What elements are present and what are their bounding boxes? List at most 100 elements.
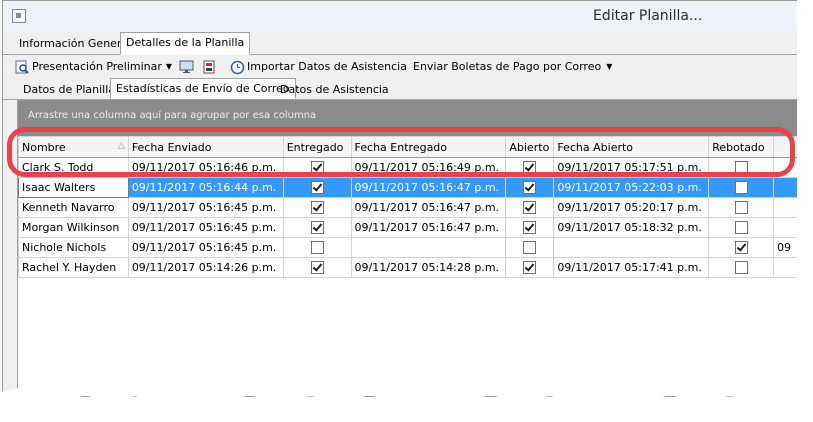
bounced-checkbox[interactable]	[734, 221, 748, 235]
torn-edge-right	[797, 0, 813, 422]
bounced-checkbox-cell[interactable]	[708, 217, 775, 238]
opened-date-cell[interactable]: 09/11/2017 05:20:17 p.m.	[553, 197, 710, 218]
delivered-checkbox[interactable]	[310, 221, 324, 235]
send-payslips-button[interactable]: Enviar Boletas de Pago por Correo ▼	[413, 58, 612, 76]
title-bar: Editar Planilla...	[3, 1, 798, 31]
opened-date-cell[interactable]: 09/11/2017 05:22:03 p.m.	[553, 177, 710, 198]
bounced-checkbox[interactable]	[734, 261, 748, 275]
column-header-nombre[interactable]: Nombre △	[18, 136, 129, 158]
extra-cell[interactable]	[773, 157, 798, 178]
tab-detalles-planilla[interactable]: Detalles de la Planilla	[120, 32, 251, 55]
column-header-entregado[interactable]: Entregado	[282, 136, 352, 158]
preview-icon	[15, 60, 29, 74]
delivered-date-cell[interactable]: 09/11/2017 05:16:47 p.m.	[350, 197, 507, 218]
column-header-fecha-enviado[interactable]: Fecha Enviado	[127, 136, 284, 158]
table-row[interactable]: Nichole Nichols 09/11/2017 05:16:45 p.m. 0…	[18, 237, 798, 258]
column-header-rebotado[interactable]: Rebotado	[708, 136, 775, 158]
delivered-date-cell[interactable]: 09/11/2017 05:16:49 p.m.	[350, 157, 507, 178]
delivered-date-cell[interactable]: 09/11/2017 05:16:47 p.m.	[350, 177, 507, 198]
opened-checkbox[interactable]	[523, 241, 537, 255]
opened-date-cell[interactable]: 09/11/2017 05:17:51 p.m.	[553, 157, 710, 178]
column-header-extra	[773, 136, 798, 158]
bounced-checkbox-cell[interactable]	[708, 177, 775, 198]
import-attendance-button[interactable]: Importar Datos de Asistencia	[230, 58, 407, 76]
employee-name-cell[interactable]: Nichole Nichols	[18, 237, 129, 258]
bounced-checkbox[interactable]	[734, 181, 748, 195]
opened-checkbox-cell[interactable]	[505, 237, 555, 258]
opened-checkbox[interactable]	[523, 181, 537, 195]
delivered-date-cell[interactable]	[350, 237, 507, 258]
employee-name-cell[interactable]: Rachel Y. Hayden	[18, 257, 129, 278]
delivered-checkbox-cell[interactable]	[282, 157, 352, 178]
sent-date-cell[interactable]: 09/11/2017 05:16:44 p.m.	[127, 177, 284, 198]
opened-date-cell[interactable]: 09/11/2017 05:18:32 p.m.	[553, 217, 710, 238]
extra-cell[interactable]	[773, 257, 798, 278]
opened-checkbox-cell[interactable]	[505, 197, 555, 218]
table-row[interactable]: Isaac Walters 09/11/2017 05:16:44 p.m. 09/…	[18, 177, 798, 198]
delivered-checkbox-cell[interactable]	[282, 257, 352, 278]
delivered-checkbox-cell[interactable]	[282, 197, 352, 218]
sent-date-cell[interactable]: 09/11/2017 05:16:46 p.m.	[127, 157, 284, 178]
bounced-checkbox-cell[interactable]	[708, 157, 775, 178]
delivered-checkbox[interactable]	[310, 161, 324, 175]
delivered-checkbox[interactable]	[310, 241, 324, 255]
opened-checkbox[interactable]	[523, 261, 537, 275]
opened-checkbox-cell[interactable]	[505, 157, 555, 178]
extra-cell[interactable]: 09	[773, 237, 798, 258]
bounced-checkbox[interactable]	[734, 241, 748, 255]
bounced-checkbox[interactable]	[734, 161, 748, 175]
opened-checkbox[interactable]	[523, 201, 537, 215]
opened-date-cell[interactable]: 09/11/2017 05:17:41 p.m.	[553, 257, 710, 278]
opened-checkbox[interactable]	[523, 221, 537, 235]
monitor-button[interactable]	[179, 58, 196, 76]
sent-date-cell[interactable]: 09/11/2017 05:14:26 p.m.	[127, 257, 284, 278]
group-by-panel[interactable]: Arrastre una columna aquí para agrupar p…	[18, 100, 798, 136]
tab-datos-planilla[interactable]: Datos de Planilla	[17, 79, 121, 98]
table-row[interactable]: Rachel Y. Hayden 09/11/2017 05:14:26 p.m.…	[18, 257, 798, 278]
tab-informacion-general[interactable]: Información General	[13, 33, 137, 53]
sent-date-cell[interactable]: 09/11/2017 05:16:45 p.m.	[127, 237, 284, 258]
column-header-fecha-abierto[interactable]: Fecha Abierto	[553, 136, 710, 158]
delivered-checkbox[interactable]	[310, 201, 324, 215]
sent-date-cell[interactable]: 09/11/2017 05:16:45 p.m.	[127, 217, 284, 238]
email-stats-grid: Nombre △ Fecha Enviado Entregado Fecha En…	[18, 136, 798, 278]
column-header-abierto[interactable]: Abierto	[505, 136, 555, 158]
opened-checkbox-cell[interactable]	[505, 177, 555, 198]
tab-estadisticas-envio[interactable]: Estadísticas de Envío de Correo	[110, 78, 296, 99]
delivered-date-cell[interactable]: 09/11/2017 05:14:28 p.m.	[350, 257, 507, 278]
table-row[interactable]: Morgan Wilkinson 09/11/2017 05:16:45 p.m.…	[18, 217, 798, 238]
bounced-checkbox-cell[interactable]	[708, 197, 775, 218]
delivered-checkbox[interactable]	[310, 261, 324, 275]
main-tabs: Información General Detalles de la Plani…	[3, 32, 798, 55]
edit-payroll-window: Editar Planilla... Información General D…	[2, 0, 799, 397]
delivered-checkbox-cell[interactable]	[282, 217, 352, 238]
employee-name-cell[interactable]: Isaac Walters	[18, 177, 129, 198]
opened-checkbox[interactable]	[523, 161, 537, 175]
column-header-fecha-entregado[interactable]: Fecha Entregado	[350, 136, 507, 158]
bounced-checkbox[interactable]	[734, 201, 748, 215]
sent-date-cell[interactable]: 09/11/2017 05:16:45 p.m.	[127, 197, 284, 218]
extra-cell[interactable]	[773, 217, 798, 238]
delivered-date-cell[interactable]: 09/11/2017 05:16:47 p.m.	[350, 217, 507, 238]
employee-name-cell[interactable]: Morgan Wilkinson	[18, 217, 129, 238]
chevron-down-icon: ▼	[165, 62, 173, 71]
delivered-checkbox[interactable]	[310, 181, 324, 195]
opened-date-cell[interactable]	[553, 237, 710, 258]
bounced-checkbox-cell[interactable]	[708, 257, 775, 278]
delivered-checkbox-cell[interactable]	[282, 237, 352, 258]
export-button[interactable]	[202, 58, 219, 76]
import-label: Importar Datos de Asistencia	[247, 60, 407, 73]
sub-tabs: Datos de Planilla Estadísticas de Envío …	[3, 78, 798, 100]
preview-button[interactable]: Presentación Preliminar ▼	[15, 58, 172, 76]
extra-cell[interactable]	[773, 177, 798, 198]
table-row[interactable]: Kenneth Navarro 09/11/2017 05:16:45 p.m. 0…	[18, 197, 798, 218]
opened-checkbox-cell[interactable]	[505, 257, 555, 278]
table-row[interactable]: Clark S. Todd 09/11/2017 05:16:46 p.m. 09/…	[18, 157, 798, 178]
extra-cell[interactable]	[773, 197, 798, 218]
delivered-checkbox-cell[interactable]	[282, 177, 352, 198]
bounced-checkbox-cell[interactable]	[708, 237, 775, 258]
tab-datos-asistencia[interactable]: Datos de Asistencia	[274, 79, 395, 98]
employee-name-cell[interactable]: Kenneth Navarro	[18, 197, 129, 218]
employee-name-cell[interactable]: Clark S. Todd	[18, 157, 129, 178]
opened-checkbox-cell[interactable]	[505, 217, 555, 238]
